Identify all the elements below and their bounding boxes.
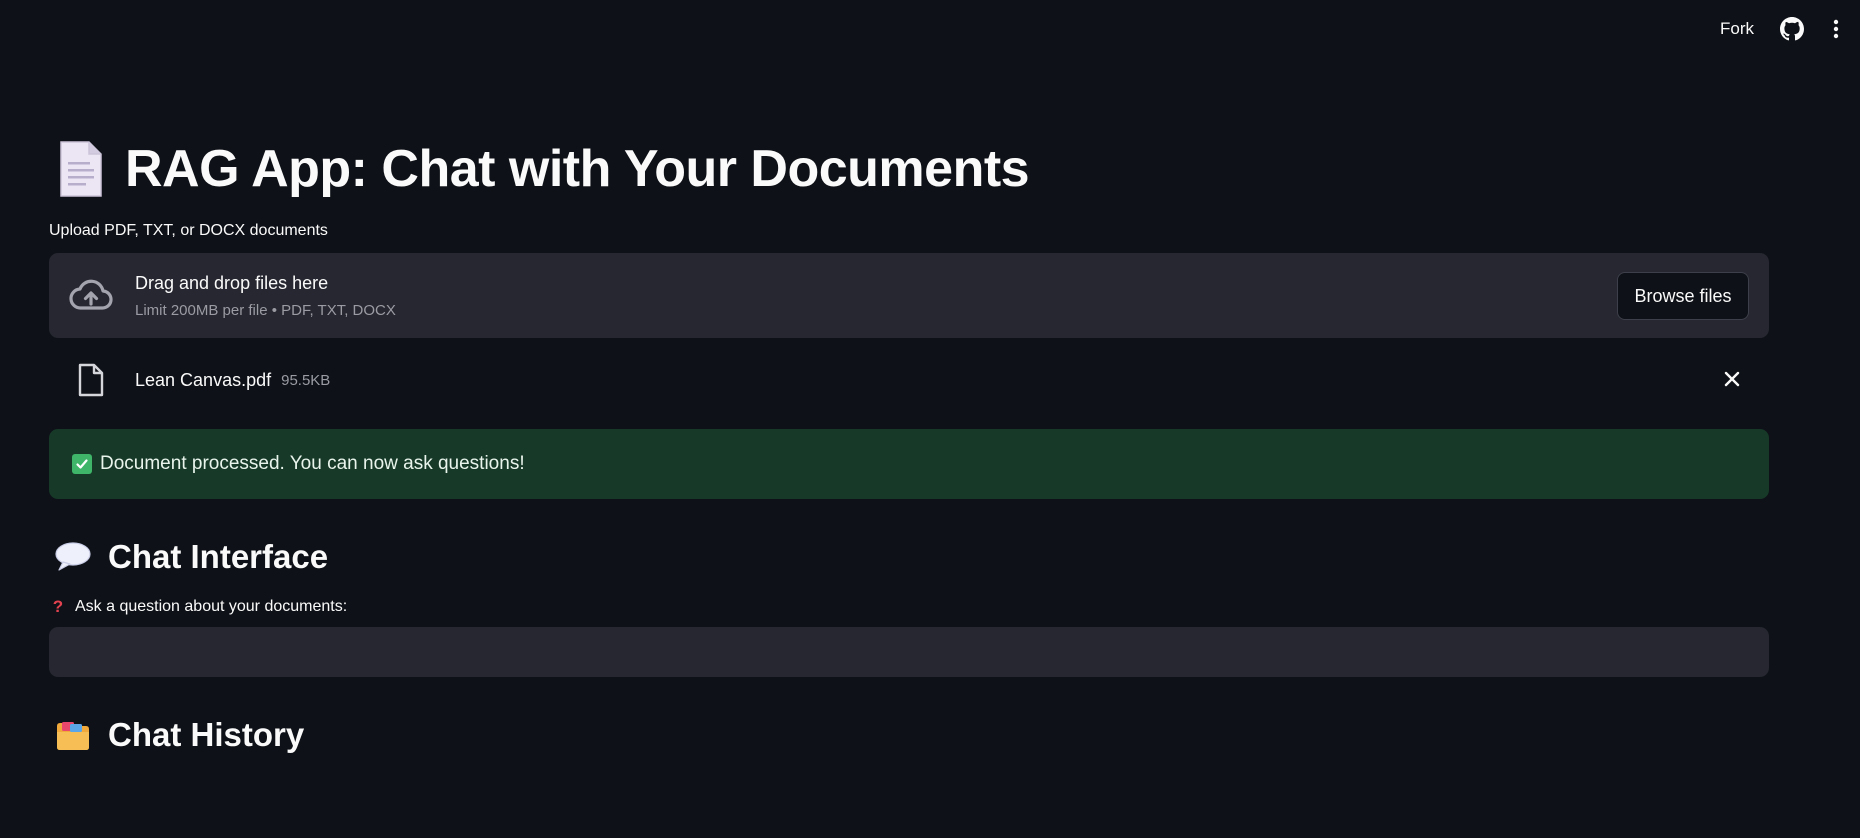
question-input[interactable]: [49, 627, 1769, 677]
uploader-label: Upload PDF, TXT, or DOCX documents: [49, 222, 328, 239]
speech-balloon-icon: [54, 541, 92, 573]
dropzone-text: Drag and drop files here Limit 200MB per…: [135, 273, 396, 319]
chat-interface-heading-text: Chat Interface: [108, 538, 329, 575]
browse-files-button[interactable]: Browse files: [1617, 272, 1749, 320]
red-question-mark-icon: ?: [52, 597, 64, 616]
page-facing-up-icon: [57, 140, 103, 198]
fork-button[interactable]: Fork: [1720, 19, 1754, 39]
question-label-text: Ask a question about your documents:: [75, 598, 348, 615]
file-size: 95.5KB: [281, 371, 331, 389]
file-dropzone[interactable]: Drag and drop files here Limit 200MB per…: [49, 253, 1769, 338]
kebab-menu-icon[interactable]: [1826, 17, 1846, 41]
uploaded-file-row: Lean Canvas.pdf 95.5KB: [49, 338, 1769, 422]
github-icon[interactable]: [1780, 17, 1804, 41]
top-toolbar: Fork: [0, 0, 1860, 58]
cloud-upload-icon: [67, 272, 115, 320]
success-alert: Document processed. You can now ask ques…: [49, 429, 1769, 499]
page-title-text: RAG App: Chat with Your Documents: [125, 140, 1030, 198]
question-label: ? Ask a question about your documents:: [49, 597, 1769, 617]
main-content: RAG App: Chat with Your Documents Upload…: [49, 128, 1769, 755]
remove-file-close-icon[interactable]: [1721, 368, 1743, 390]
dropzone-limit: Limit 200MB per file • PDF, TXT, DOCX: [135, 301, 396, 319]
chat-history-heading-text: Chat History: [108, 716, 305, 753]
success-message: Document processed. You can now ask ques…: [100, 453, 525, 474]
check-mark-button-icon: [72, 454, 92, 474]
file-name: Lean Canvas.pdf: [135, 369, 272, 390]
file-icon: [77, 363, 105, 397]
chat-interface-heading: Chat Interface: [54, 537, 1769, 577]
dropzone-title: Drag and drop files here: [135, 272, 329, 293]
page-title: RAG App: Chat with Your Documents: [57, 128, 1769, 210]
card-index-dividers-icon: [54, 718, 92, 752]
chat-history-heading: Chat History: [54, 715, 1769, 755]
